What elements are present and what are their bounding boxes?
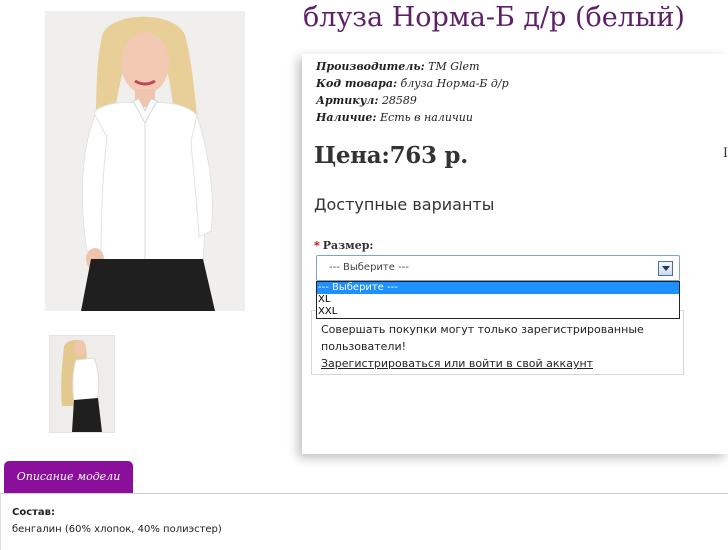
product-info-panel: Производитель: ТМ Glem Код товара: блуза… xyxy=(302,54,728,454)
model-photo-illustration xyxy=(45,11,245,311)
code-value: блуза Норма-Б д/р xyxy=(400,77,509,90)
composition-heading: Состав: xyxy=(12,507,56,518)
required-mark: * xyxy=(314,239,320,252)
edge-mark: I xyxy=(722,146,728,161)
thumbnail-illustration xyxy=(50,336,114,432)
product-thumbnail[interactable] xyxy=(49,335,115,433)
availability-label: Наличие: xyxy=(316,111,377,124)
size-label: * Размер: xyxy=(314,239,374,252)
product-main-photo[interactable] xyxy=(45,11,245,311)
manufacturer-row: Производитель: ТМ Glem xyxy=(316,58,509,75)
tab-description[interactable]: Описание модели xyxy=(4,461,133,493)
notice-text: Совершать покупки могут только зарегистр… xyxy=(321,323,644,353)
size-option[interactable]: --- Выберите --- xyxy=(317,282,679,294)
registration-notice: Совершать покупки могут только зарегистр… xyxy=(311,310,684,375)
product-attributes: Производитель: ТМ Glem Код товара: блуза… xyxy=(316,58,509,126)
availability-value: Есть в наличии xyxy=(380,111,473,124)
price: Цена:763 р. xyxy=(314,142,468,169)
product-title: блуза Норма-Б д/р (белый) xyxy=(303,2,685,33)
manufacturer-label: Производитель: xyxy=(316,60,425,73)
size-dropdown-list[interactable]: --- Выберите --- XL XXL xyxy=(316,281,680,319)
register-login-link[interactable]: Зарегистрироваться или войти в свой акка… xyxy=(321,355,683,372)
size-option[interactable]: XL xyxy=(317,294,679,306)
chevron-down-icon[interactable] xyxy=(658,261,673,276)
size-option[interactable]: XXL xyxy=(317,306,679,318)
availability-row: Наличие: Есть в наличии xyxy=(316,109,509,126)
size-label-text: Размер: xyxy=(322,239,374,252)
price-label: Цена: xyxy=(314,142,390,169)
description-panel: Состав: бенгалин (60% хлопок, 40% полиэс… xyxy=(0,493,728,550)
code-label: Код товара: xyxy=(316,77,398,90)
composition-text: бенгалин (60% хлопок, 40% полиэстер) xyxy=(12,524,222,535)
article-value: 28589 xyxy=(381,94,417,107)
price-value: 763 р. xyxy=(389,142,469,169)
article-row: Артикул: 28589 xyxy=(316,92,509,109)
size-select[interactable]: --- Выберите --- xyxy=(316,255,680,281)
available-options-heading: Доступные варианты xyxy=(314,195,495,214)
size-select-value: --- Выберите --- xyxy=(329,262,409,273)
manufacturer-value[interactable]: ТМ Glem xyxy=(428,60,479,73)
code-row: Код товара: блуза Норма-Б д/р xyxy=(316,75,509,92)
article-label: Артикул: xyxy=(316,94,379,107)
